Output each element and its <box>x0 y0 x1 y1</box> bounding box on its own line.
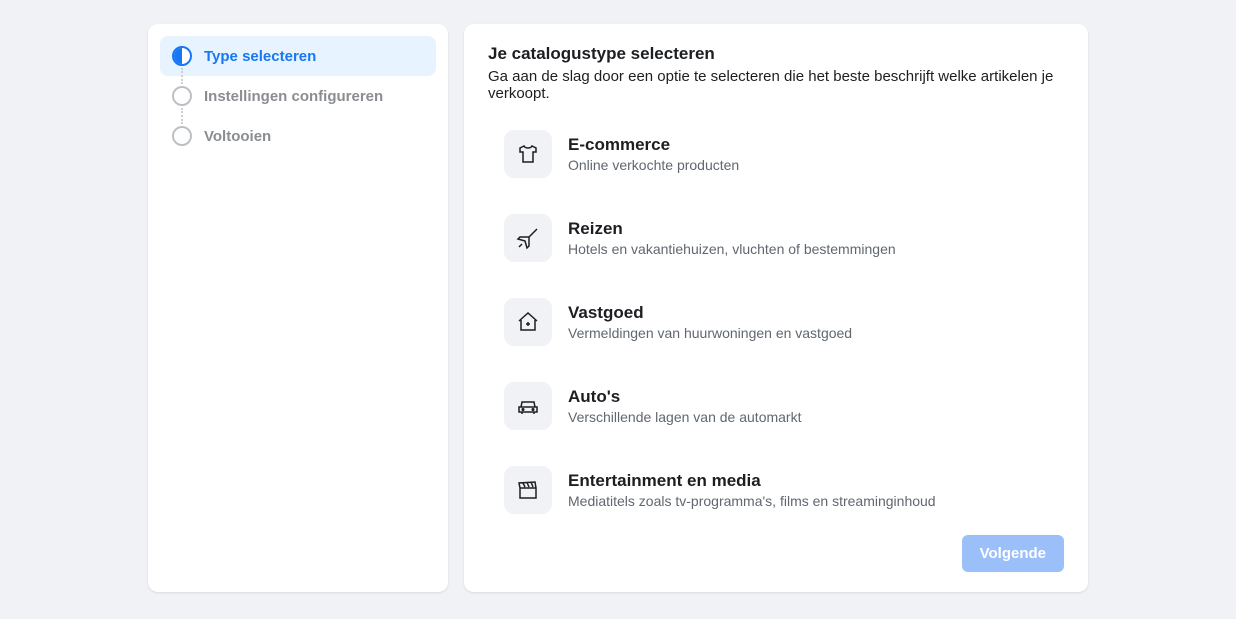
step-connector <box>181 68 183 84</box>
option-desc: Verschillende lagen van de automarkt <box>568 409 801 425</box>
option-title: E-commerce <box>568 135 739 155</box>
catalog-type-options: E-commerce Online verkochte producten Re… <box>488 130 1064 515</box>
option-desc: Vermeldingen van huurwoningen en vastgoe… <box>568 325 852 341</box>
next-button[interactable]: Volgende <box>962 535 1064 572</box>
footer: Volgende <box>488 535 1064 572</box>
car-icon <box>504 382 552 430</box>
step-connector <box>181 108 183 124</box>
option-realestate[interactable]: Vastgoed Vermeldingen van huurwoningen e… <box>504 298 1064 346</box>
step-type-select[interactable]: Type selecteren <box>160 36 436 76</box>
tshirt-icon <box>504 130 552 178</box>
page-title: Je catalogustype selecteren <box>488 44 1064 64</box>
step-configure-settings[interactable]: Instellingen configureren <box>160 76 436 116</box>
option-desc: Hotels en vakantiehuizen, vluchten of be… <box>568 241 896 257</box>
option-title: Auto's <box>568 387 801 407</box>
option-desc: Mediatitels zoals tv-programma's, films … <box>568 493 936 509</box>
progress-icon <box>172 46 192 66</box>
step-label: Voltooien <box>204 128 271 145</box>
option-entertainment[interactable]: Entertainment en media Mediatitels zoals… <box>504 466 1064 514</box>
step-label: Instellingen configureren <box>204 88 383 105</box>
circle-icon <box>172 86 192 106</box>
airplane-icon <box>504 214 552 262</box>
step-label: Type selecteren <box>204 48 316 65</box>
step-finish[interactable]: Voltooien <box>160 116 436 156</box>
sidebar: Type selecteren Instellingen configurere… <box>148 24 448 592</box>
page-subtitle: Ga aan de slag door een optie te selecte… <box>488 68 1064 102</box>
option-travel[interactable]: Reizen Hotels en vakantiehuizen, vluchte… <box>504 214 1064 262</box>
option-title: Vastgoed <box>568 303 852 323</box>
option-title: Reizen <box>568 219 896 239</box>
option-auto[interactable]: Auto's Verschillende lagen van de automa… <box>504 382 1064 430</box>
house-icon <box>504 298 552 346</box>
option-title: Entertainment en media <box>568 471 936 491</box>
main-panel: Je catalogustype selecteren Ga aan de sl… <box>464 24 1088 592</box>
option-desc: Online verkochte producten <box>568 157 739 173</box>
clapperboard-icon <box>504 466 552 514</box>
circle-icon <box>172 126 192 146</box>
option-ecommerce[interactable]: E-commerce Online verkochte producten <box>504 130 1064 178</box>
